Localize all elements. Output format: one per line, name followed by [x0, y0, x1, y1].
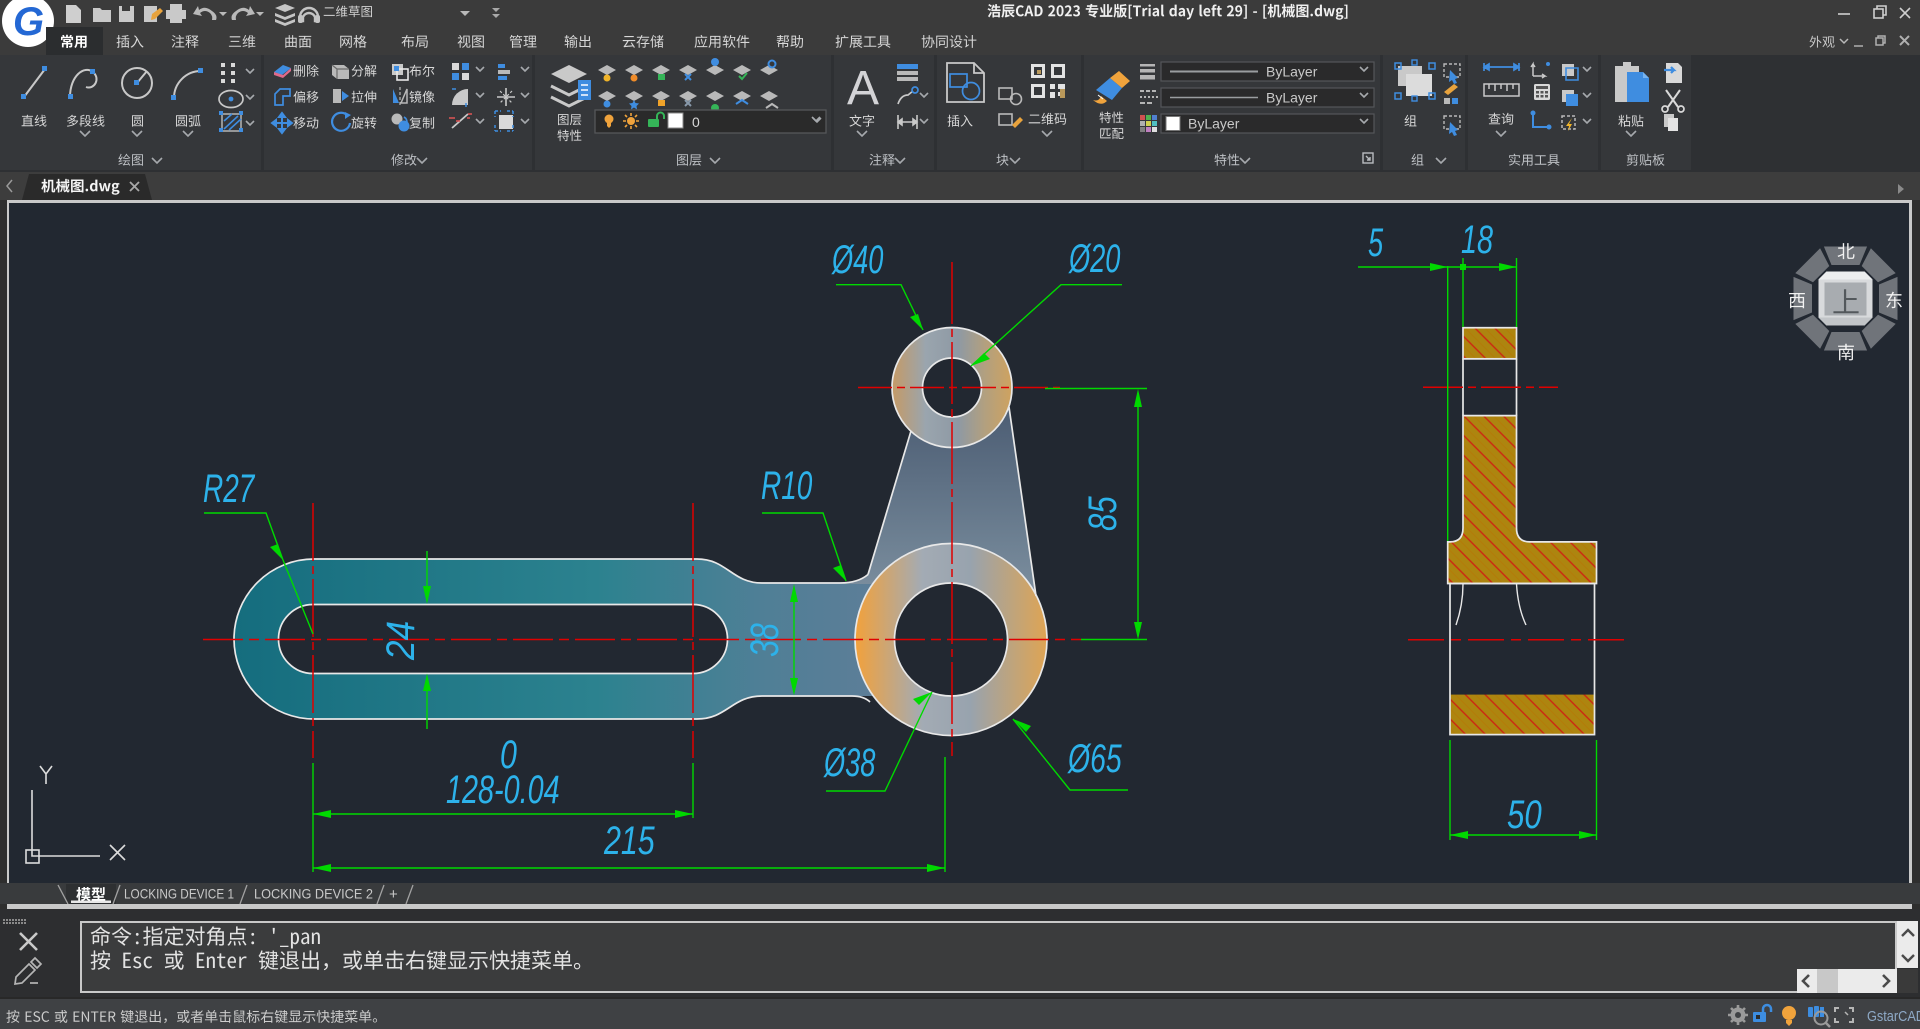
- svg-text:ByLayer: ByLayer: [1266, 64, 1318, 80]
- svg-text:ByLayer: ByLayer: [1266, 90, 1318, 106]
- svg-text:A: A: [847, 62, 879, 115]
- svg-text:+: +: [389, 886, 398, 903]
- svg-text:Ø65: Ø65: [1067, 737, 1122, 781]
- svg-text:50: 50: [1507, 792, 1542, 837]
- svg-text:215: 215: [603, 818, 655, 863]
- svg-text:128-0.04: 128-0.04: [446, 767, 560, 812]
- svg-text:ByLayer: ByLayer: [1188, 116, 1240, 132]
- svg-text:G: G: [13, 0, 44, 44]
- svg-text:38: 38: [742, 623, 787, 657]
- svg-text:Ø38: Ø38: [823, 741, 875, 785]
- svg-text:5: 5: [1368, 221, 1384, 265]
- svg-text:LOCKING DEVICE 2: LOCKING DEVICE 2: [254, 886, 373, 902]
- svg-text:R27: R27: [203, 467, 256, 511]
- svg-text:85: 85: [1080, 495, 1125, 531]
- svg-text:Ø20: Ø20: [1068, 237, 1120, 281]
- svg-text:GstarCAD: GstarCAD: [1867, 1008, 1920, 1025]
- svg-text:0: 0: [692, 114, 700, 130]
- svg-text:24: 24: [378, 621, 423, 661]
- svg-text:18: 18: [1461, 217, 1494, 262]
- svg-text:LOCKING DEVICE 1: LOCKING DEVICE 1: [124, 886, 234, 902]
- svg-text:Ø40: Ø40: [831, 238, 883, 282]
- svg-text:R10: R10: [761, 464, 812, 508]
